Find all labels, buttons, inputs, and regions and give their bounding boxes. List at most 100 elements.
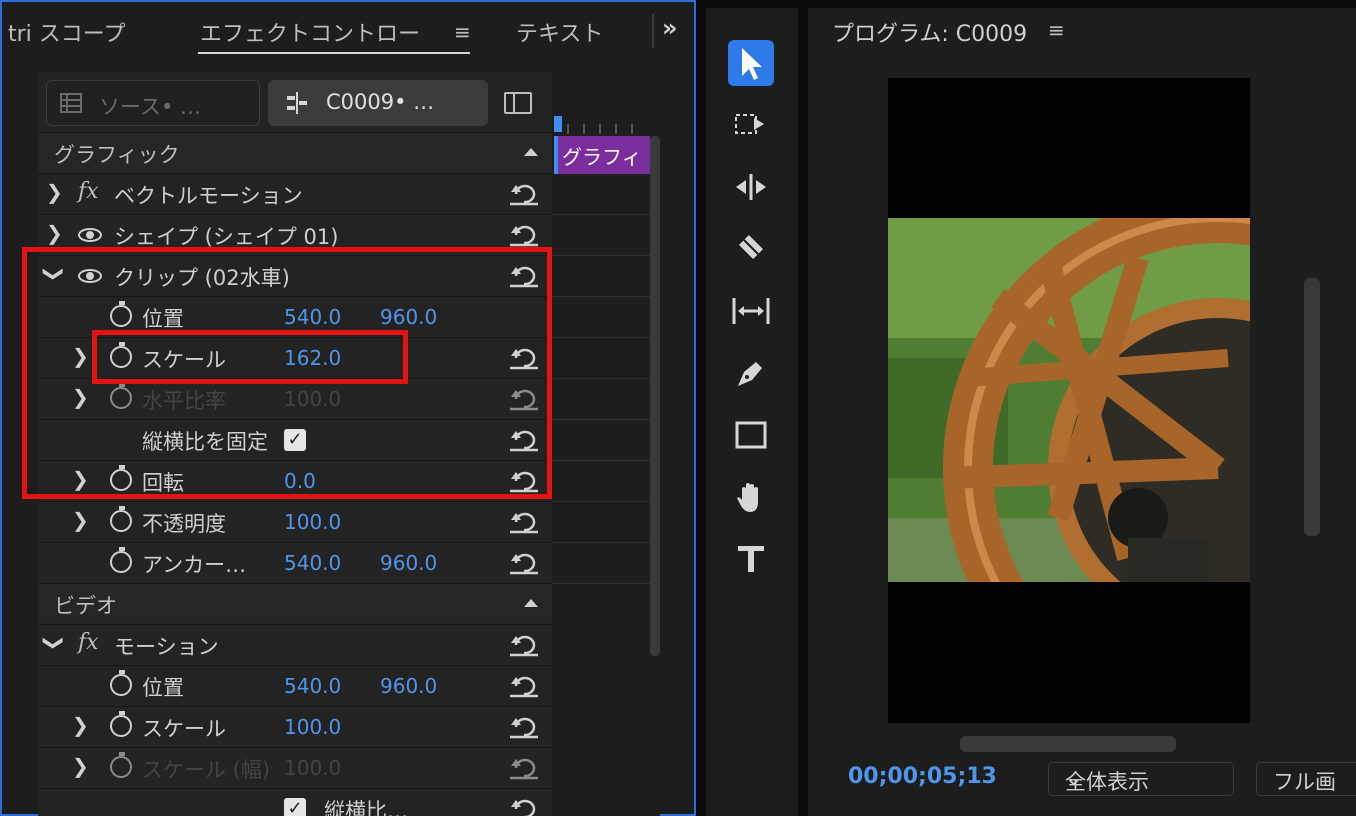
hand-tool-icon[interactable]	[728, 474, 774, 520]
chevron-down-icon: ⌄	[1065, 766, 1083, 790]
property-label: スケール (幅)	[142, 758, 271, 782]
expand-chevron-icon[interactable]: ❯	[72, 754, 89, 778]
playhead-timecode[interactable]: 00;00;05;13	[848, 764, 997, 789]
pen-tool-icon[interactable]	[728, 350, 774, 396]
effect-label: ベクトルモーション	[114, 184, 303, 208]
tab-lumetri-scopes[interactable]: tri スコープ	[8, 16, 125, 48]
horizontal-scrollbar[interactable]	[960, 736, 1176, 752]
menu-icon[interactable]: ≡	[1048, 18, 1065, 42]
vertical-scrollbar[interactable]	[1304, 278, 1320, 536]
collapse-icon[interactable]	[524, 148, 538, 156]
sequence-icon	[287, 92, 307, 114]
reset-icon[interactable]	[508, 223, 540, 247]
highlight-scale-box	[92, 330, 408, 384]
stopwatch-icon[interactable]	[110, 547, 132, 573]
reset-icon[interactable]	[508, 797, 540, 816]
effect-label: モーション	[114, 635, 219, 659]
reset-icon[interactable]	[508, 182, 540, 206]
stopwatch-icon[interactable]	[110, 670, 132, 696]
film-icon	[60, 93, 82, 113]
expand-chevron-icon[interactable]: ❯	[72, 508, 89, 532]
section-video[interactable]: ビデオ	[38, 583, 552, 623]
playhead[interactable]	[554, 116, 562, 132]
timeline-divider	[552, 460, 652, 461]
property-row-scale-width: ❯ スケール (幅) 100.0	[38, 747, 552, 787]
property-row-motion-position[interactable]: 位置 540.0 960.0	[38, 665, 552, 705]
timeline-divider	[552, 255, 652, 256]
selection-tool-icon[interactable]	[728, 40, 774, 86]
timeline-divider	[552, 296, 652, 297]
tab-text[interactable]: テキスト	[516, 16, 603, 48]
position-x-value[interactable]: 540.0	[284, 674, 341, 698]
effect-row-vector-motion[interactable]: ❯ fx ベクトルモーション	[38, 173, 552, 213]
type-tool-icon[interactable]	[728, 536, 774, 582]
panel-tab-bar: tri スコープ エフェクトコントロー ≡ テキスト »	[2, 2, 694, 62]
fx-icon[interactable]: fx	[78, 179, 99, 204]
property-row-anchor[interactable]: アンカー… 540.0 960.0	[38, 542, 552, 582]
sequence-clip-selector[interactable]: C0009• …	[268, 80, 488, 126]
property-label: 不透明度	[142, 512, 226, 536]
active-tab-indicator	[198, 52, 470, 54]
video-preview[interactable]	[888, 78, 1250, 723]
timeline-scrollbar[interactable]	[650, 136, 660, 656]
expand-chevron-icon[interactable]: ❯	[46, 180, 63, 204]
property-label: アンカー…	[142, 553, 247, 577]
waterwheel-frame-image	[888, 218, 1250, 582]
effect-row-motion[interactable]: ❯ fx モーション	[38, 624, 552, 664]
timeline-divider	[552, 542, 652, 543]
rectangle-tool-icon[interactable]	[728, 412, 774, 458]
timeline-divider	[552, 583, 652, 584]
track-select-tool-icon[interactable]	[728, 102, 774, 148]
ripple-edit-tool-icon[interactable]	[728, 164, 774, 210]
position-y-value[interactable]: 960.0	[380, 674, 437, 698]
reset-icon[interactable]	[508, 551, 540, 575]
playback-resolution-value: フル画	[1273, 770, 1336, 794]
anchor-x-value[interactable]: 540.0	[284, 551, 341, 575]
timeline-divider	[552, 214, 652, 215]
expand-chevron-icon[interactable]: ❯	[72, 713, 89, 737]
section-graphic-label: グラフィック	[54, 143, 180, 167]
timeline-clip[interactable]: グラフィ	[554, 136, 650, 174]
tab-effect-controls[interactable]: エフェクトコントロー	[200, 16, 446, 48]
reset-icon[interactable]	[508, 715, 540, 739]
collapse-icon[interactable]	[524, 599, 538, 607]
stopwatch-icon	[110, 752, 132, 778]
program-monitor-panel: プログラム: C0009 ≡ 00;00;05;13 全体表示 ⌄ フル画	[808, 8, 1356, 816]
collapse-chevron-icon[interactable]: ❯	[42, 635, 66, 652]
reset-icon[interactable]	[508, 674, 540, 698]
property-label: 縦横比…	[324, 799, 408, 816]
reset-icon[interactable]	[508, 510, 540, 534]
scale-value[interactable]: 100.0	[284, 715, 341, 739]
time-ruler[interactable]	[554, 120, 654, 134]
property-row-motion-lock-aspect[interactable]: ✓ 縦横比…	[38, 788, 552, 816]
effect-timeline[interactable]: グラフィ	[552, 72, 660, 816]
scale-width-value: 100.0	[284, 756, 342, 780]
menu-icon[interactable]: ≡	[454, 20, 471, 44]
property-row-motion-scale[interactable]: ❯ スケール 100.0	[38, 706, 552, 746]
razor-tool-icon[interactable]	[728, 226, 774, 272]
section-graphic[interactable]: グラフィック	[38, 132, 552, 172]
opacity-value[interactable]: 100.0	[284, 510, 341, 534]
timeline-divider	[552, 337, 652, 338]
timeline-divider	[552, 419, 652, 420]
lock-aspect-checkbox[interactable]: ✓	[284, 798, 306, 816]
fx-icon[interactable]: fx	[78, 630, 99, 655]
stopwatch-icon[interactable]	[110, 506, 132, 532]
property-label: 位置	[142, 676, 184, 700]
anchor-y-value[interactable]: 960.0	[380, 551, 437, 575]
program-monitor-title[interactable]: プログラム: C0009	[832, 16, 1027, 48]
expand-chevron-icon[interactable]: ❯	[46, 221, 63, 245]
slip-tool-icon[interactable]	[728, 288, 774, 334]
zoom-level-select[interactable]: 全体表示 ⌄	[1048, 762, 1234, 796]
tab-divider	[652, 14, 654, 48]
timeline-divider	[552, 501, 652, 502]
playback-resolution-select[interactable]: フル画	[1256, 762, 1356, 796]
stopwatch-icon[interactable]	[110, 711, 132, 737]
toggle-timeline-icon[interactable]	[504, 92, 532, 114]
overflow-chevron-icon[interactable]: »	[662, 14, 678, 42]
section-video-label: ビデオ	[54, 594, 117, 618]
source-clip-selector[interactable]: ソース• …	[46, 80, 260, 126]
reset-icon[interactable]	[508, 633, 540, 657]
property-row-opacity[interactable]: ❯ 不透明度 100.0	[38, 501, 552, 541]
visibility-eye-icon[interactable]	[78, 228, 102, 242]
